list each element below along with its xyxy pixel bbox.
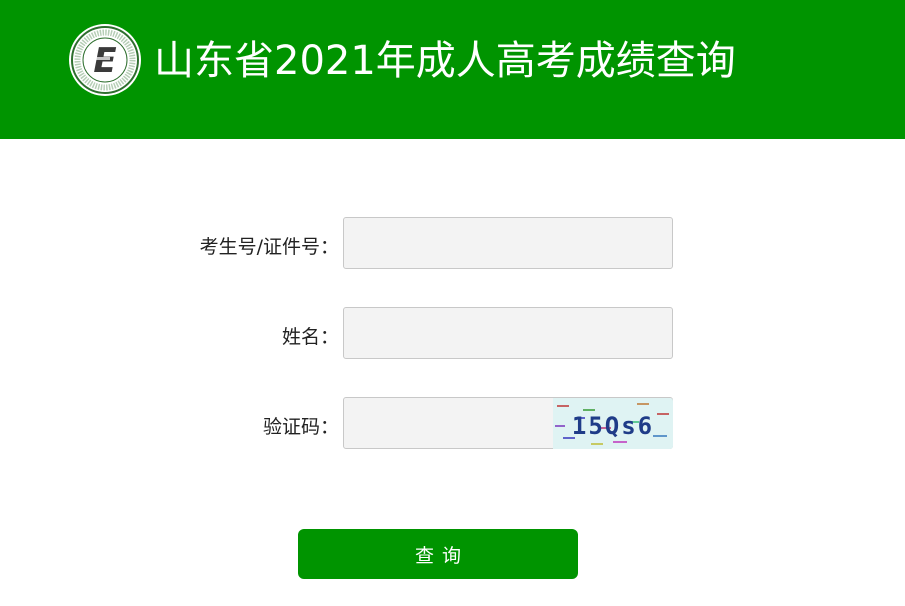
- captcha-image-icon[interactable]: 15Qs6: [553, 398, 673, 449]
- svg-text:15Qs6: 15Qs6: [572, 412, 654, 440]
- name-label: 姓名：: [281, 326, 339, 348]
- captcha-label: 验证码：: [262, 416, 339, 438]
- svg-text:E: E: [93, 41, 116, 81]
- page-title: 山东省2021年成人高考成绩查询: [154, 38, 736, 84]
- exam-id-label: 考生号/证件号：: [199, 236, 339, 258]
- page-header: E 山东省2021年成人高考成绩查询: [0, 0, 905, 139]
- exam-id-input[interactable]: [343, 217, 673, 269]
- shandong-admissions-logo-icon: E: [69, 24, 141, 96]
- query-button[interactable]: 查询: [298, 529, 578, 579]
- name-input[interactable]: [343, 307, 673, 359]
